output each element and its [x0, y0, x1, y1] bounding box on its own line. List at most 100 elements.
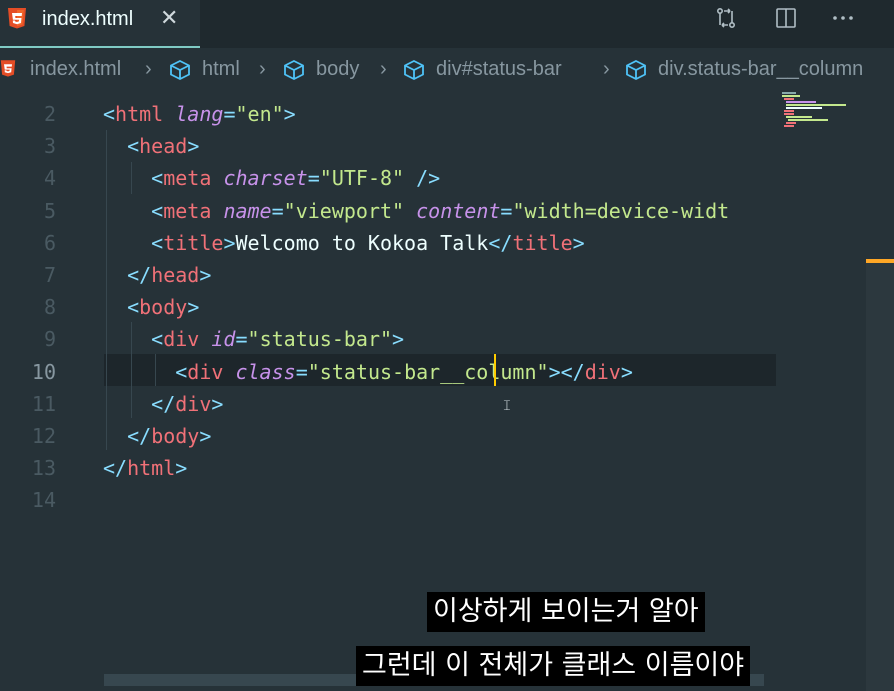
code-token: title — [163, 230, 224, 255]
code-token: > — [211, 391, 224, 416]
code-token: = — [223, 102, 236, 126]
tab-index-html[interactable]: index.html ✕ — [0, 0, 200, 48]
code-line[interactable]: 4 <meta charset="UTF-8" /> — [0, 162, 780, 194]
html5-icon — [8, 8, 26, 29]
breadcrumb-label: div.status-bar__column — [658, 58, 864, 80]
html5-icon — [0, 60, 16, 77]
code-line[interactable]: 7 </head> — [0, 259, 780, 291]
code-line[interactable]: 6 <title>Welcomo to Kokoa Talk</title> — [0, 227, 780, 259]
editor-tab-bar: index.html ✕ — [0, 0, 894, 48]
minimap[interactable] — [780, 92, 860, 132]
code-token: body — [151, 424, 200, 448]
code-token: div — [163, 327, 200, 352]
code-token: html — [115, 102, 164, 126]
code-token: < — [151, 198, 164, 223]
breadcrumb-label: index.html — [30, 58, 122, 80]
code-line[interactable]: 12 </body> — [0, 420, 780, 452]
breadcrumb-label: div#status-bar — [436, 58, 562, 80]
minimap-line — [786, 107, 822, 109]
code-token: head — [139, 134, 188, 159]
minimap-line — [782, 92, 796, 94]
code-token: < — [151, 327, 164, 352]
code-token: </ — [488, 230, 513, 255]
subtitle-line-2: 그런데 이 전체가 클래스 이름이야 — [356, 646, 751, 686]
minimap-line — [782, 95, 800, 97]
minimap-line — [784, 125, 794, 127]
code-line[interactable]: 13 </html> — [0, 452, 780, 484]
code-token: "status-bar__column" — [307, 359, 549, 384]
code-line[interactable]: 10 <div class="status-bar__column"></div… — [0, 356, 780, 388]
code-text: <div id="status-bar"> — [103, 323, 404, 355]
line-number: 9 — [43, 327, 56, 352]
code-token: meta — [163, 198, 212, 223]
breadcrumb-separator: › — [145, 58, 152, 80]
code-token: > — [187, 134, 200, 159]
code-line[interactable]: 14 — [0, 484, 780, 516]
code-token: Welcomo to Kokoa Talk — [235, 230, 489, 255]
cube-icon — [626, 59, 646, 81]
code-line[interactable]: 3 <head> — [0, 130, 780, 162]
minimap-line — [786, 104, 846, 106]
code-line[interactable]: 11 </div> — [0, 388, 780, 420]
code-token: > — [283, 102, 296, 126]
code-text: </head> — [103, 259, 211, 291]
code-token: class — [235, 359, 296, 384]
code-line[interactable]: 2 <html lang="en"> — [0, 98, 780, 130]
code-token: name — [223, 198, 272, 223]
code-token: lang — [175, 102, 224, 126]
code-token: > — [187, 295, 200, 320]
code-token: title — [512, 230, 573, 255]
more-actions-icon[interactable] — [830, 6, 856, 35]
cube-icon — [170, 59, 190, 81]
code-text: </html> — [103, 452, 187, 484]
line-number: 3 — [43, 134, 56, 159]
scrollbar-cursor-marker — [866, 259, 894, 263]
line-number: 6 — [43, 230, 56, 255]
code-token: id — [211, 327, 236, 352]
code-token: div — [187, 359, 224, 384]
code-token: meta — [163, 166, 212, 191]
code-token: charset — [223, 166, 308, 191]
code-token: = — [307, 166, 320, 191]
split-editor-icon[interactable] — [774, 6, 798, 35]
code-text: <meta name="viewport" content="width=dev… — [103, 195, 729, 227]
line-number: 13 — [31, 456, 56, 481]
code-token: < — [103, 102, 116, 126]
code-line[interactable]: 9 <div id="status-bar"> — [0, 323, 780, 355]
code-text: <meta charset="UTF-8" /> — [103, 162, 440, 194]
code-token: div — [584, 359, 621, 384]
code-text: <div class="status-bar__column"></div> — [103, 356, 633, 388]
code-line[interactable]: 5 <meta name="viewport" content="width=d… — [0, 195, 780, 227]
line-number: 4 — [43, 166, 56, 191]
code-token: head — [151, 263, 200, 287]
minimap-line — [786, 116, 812, 118]
tab-label: index.html — [42, 8, 134, 30]
breadcrumb-separator: › — [259, 58, 266, 80]
code-token: "UTF-8" — [319, 166, 405, 191]
minimap-line — [786, 101, 816, 103]
minimap-line — [786, 122, 796, 124]
breadcrumb-separator: › — [603, 58, 610, 80]
compare-changes-icon[interactable] — [714, 6, 738, 35]
code-token: > — [199, 263, 212, 287]
breadcrumb: index.html › html › body › div#status-ba… — [0, 48, 894, 92]
ibeam-cursor-icon: 𝙸 — [502, 398, 512, 414]
code-line[interactable]: 8 <body> — [0, 291, 780, 323]
code-token: > — [572, 230, 585, 255]
breadcrumb-label: body — [316, 58, 360, 80]
code-token: /> — [416, 166, 441, 191]
code-token: > — [199, 424, 212, 448]
close-icon[interactable]: ✕ — [160, 6, 178, 31]
